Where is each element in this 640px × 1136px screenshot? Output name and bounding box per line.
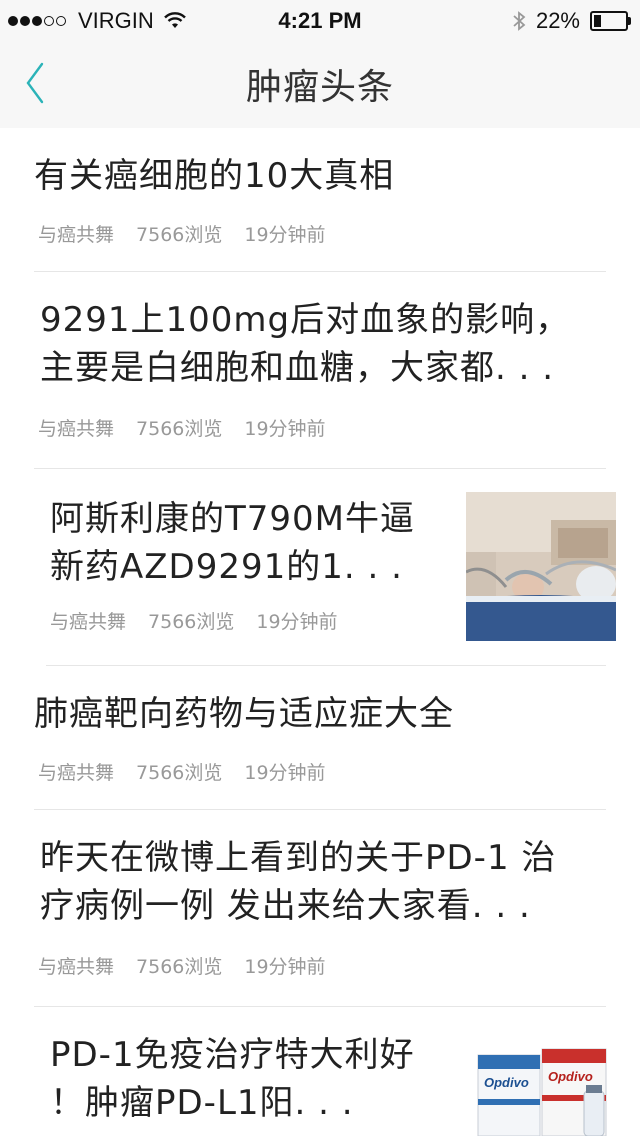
article-time: 19分钟前 <box>244 224 326 246</box>
article-source: 与癌共舞 <box>38 956 115 978</box>
brand-label: Opdivo <box>548 1069 593 1084</box>
article-item[interactable]: PD-1免疫治疗特大利好 ！肿瘤PD-L1阳. . . Opdivo Opdiv… <box>0 1007 640 1136</box>
article-title: 阿斯利康的T790M牛逼 新药AZD9291的1. . . <box>50 499 415 587</box>
page-title: 肿瘤头条 <box>245 67 394 108</box>
article-item[interactable]: 有关癌细胞的10大真相 与癌共舞 7566浏览 19分钟前 <box>0 128 640 272</box>
navigation-bar: 肿瘤头条 <box>0 40 640 128</box>
article-thumbnail[interactable] <box>466 492 616 641</box>
article-item[interactable]: 昨天在微博上看到的关于PD-1 治 疗病例一例 发出来给大家看. . . 与癌共… <box>0 810 640 1007</box>
status-bar: VIRGIN 4:21 PM 22% <box>0 0 640 40</box>
article-title: 肺癌靶向药物与适应症大全 <box>34 694 454 734</box>
article-views: 7566浏览 <box>136 224 223 246</box>
article-item[interactable]: 9291上100mg后对血象的影响， 主要是白细胞和血糖，大家都. . . 与癌… <box>0 272 640 469</box>
article-views: 7566浏览 <box>136 762 223 784</box>
article-title: PD-1免疫治疗特大利好 ！肿瘤PD-L1阳. . . <box>50 1035 415 1123</box>
article-item[interactable]: 阿斯利康的T790M牛逼 新药AZD9291的1. . . 与癌共舞 7566浏… <box>0 469 640 666</box>
article-time: 19分钟前 <box>244 762 326 784</box>
article-views: 7566浏览 <box>136 956 223 978</box>
article-time: 19分钟前 <box>256 611 338 633</box>
article-time: 19分钟前 <box>244 418 326 440</box>
battery-percent: 22% <box>535 8 580 33</box>
article-item[interactable]: 肺癌靶向药物与适应症大全 与癌共舞 7566浏览 19分钟前 <box>0 666 640 810</box>
bluetooth-icon <box>513 11 526 31</box>
article-source: 与癌共舞 <box>38 762 115 784</box>
article-views: 7566浏览 <box>136 418 223 440</box>
article-source: 与癌共舞 <box>38 418 115 440</box>
medicine-box-image: Opdivo Opdivo <box>466 1029 616 1136</box>
article-title: 有关癌细胞的10大真相 <box>34 156 395 196</box>
article-source: 与癌共舞 <box>50 611 127 633</box>
article-thumbnail[interactable]: Opdivo Opdivo <box>466 1029 616 1136</box>
article-views: 7566浏览 <box>148 611 235 633</box>
article-title: 9291上100mg后对血象的影响， 主要是白细胞和血糖，大家都. . . <box>40 300 571 388</box>
brand-label: Opdivo <box>484 1075 529 1090</box>
article-time: 19分钟前 <box>244 956 326 978</box>
battery-icon <box>590 11 631 31</box>
patient-bed-image <box>466 492 616 641</box>
article-title: 昨天在微博上看到的关于PD-1 治 疗病例一例 发出来给大家看. . . <box>40 838 557 926</box>
article-source: 与癌共舞 <box>38 224 115 246</box>
